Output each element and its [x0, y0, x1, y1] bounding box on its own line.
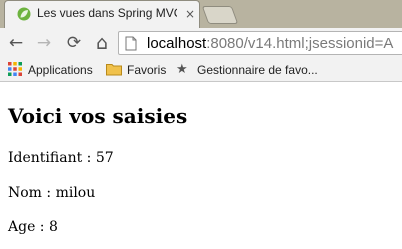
address-bar[interactable]: localhost:8080/v14.html;jsessionid=A — [118, 31, 402, 55]
apps-grid-icon — [8, 62, 22, 76]
tab-title: Les vues dans Spring MVC — [37, 6, 177, 20]
browser-tab[interactable]: Les vues dans Spring MVC × — [4, 0, 200, 28]
url-text: localhost:8080/v14.html;jsessionid=A — [147, 34, 393, 54]
nom-line: Nom : milou — [8, 185, 96, 201]
page-heading: Voici vos saisies — [8, 104, 188, 128]
new-tab-button[interactable] — [201, 6, 239, 24]
url-path: :8080/v14.html;jsessionid=A — [206, 35, 394, 52]
star-icon: ★ — [176, 62, 188, 77]
identifiant-line: Identifiant : 57 — [8, 150, 114, 166]
tab-close-icon[interactable]: × — [183, 5, 197, 23]
back-icon[interactable]: ← — [6, 33, 26, 53]
page-content: Voici vos saisies Identifiant : 57 Nom :… — [0, 82, 402, 249]
spring-leaf-icon — [17, 7, 31, 21]
bookmarks-bar: Applications Favoris ★ Gestionnaire de f… — [0, 58, 402, 82]
bookmark-favoris[interactable]: Favoris — [127, 61, 166, 79]
tab-strip: Les vues dans Spring MVC × — [0, 0, 402, 28]
bookmark-applications[interactable]: Applications — [28, 61, 93, 79]
bookmark-manager[interactable]: Gestionnaire de favo... — [197, 61, 318, 79]
reload-icon[interactable]: ⟳ — [64, 33, 84, 53]
url-host: localhost — [147, 35, 207, 52]
forward-icon[interactable]: → — [34, 33, 54, 53]
page-icon — [125, 36, 137, 51]
folder-icon — [106, 64, 122, 76]
home-icon[interactable]: ⌂ — [92, 33, 112, 53]
browser-toolbar: ← → ⟳ ⌂ localhost:8080/v14.html;jsession… — [0, 28, 402, 58]
age-line: Age : 8 — [8, 219, 58, 235]
